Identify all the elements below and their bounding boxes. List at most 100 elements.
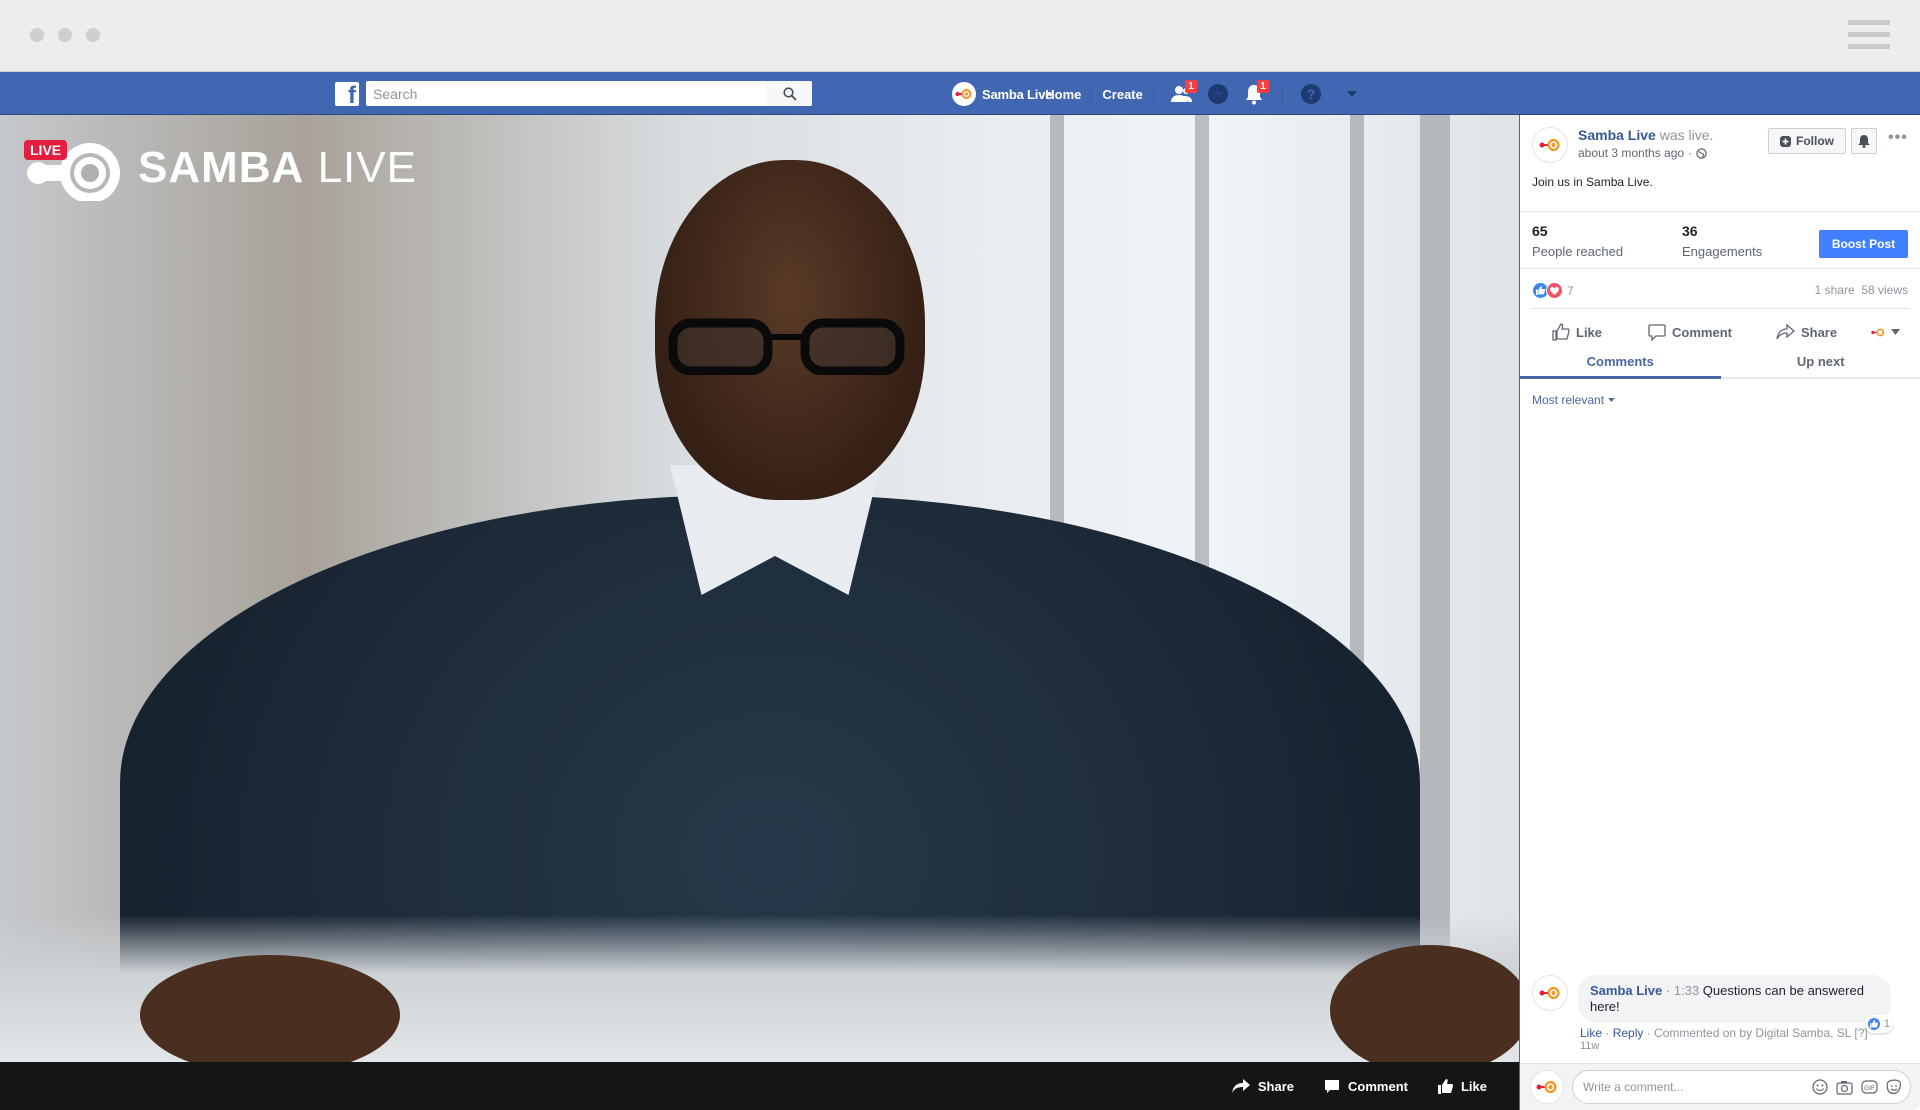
messenger-button[interactable]: [1203, 79, 1233, 109]
video-like-label: Like: [1460, 1078, 1487, 1094]
comment-reply-link[interactable]: Reply: [1613, 1026, 1644, 1040]
nav-profile-name: Samba Live: [982, 86, 1053, 102]
video-action-bar: Share Comment Like: [0, 1062, 1519, 1110]
search-button[interactable]: [766, 81, 812, 106]
account-menu-button[interactable]: [1337, 79, 1367, 109]
views-count: 58 views: [1861, 283, 1908, 297]
account-menu-icon: [1346, 91, 1357, 97]
post-actions: Like Comment Share: [1532, 323, 1909, 341]
chevron-down-icon: [1891, 329, 1901, 335]
post-author-link[interactable]: Samba Live: [1578, 127, 1656, 143]
boost-post-button[interactable]: Boost Post: [1819, 230, 1908, 258]
emoji-icon[interactable]: [1812, 1079, 1828, 1095]
svg-text:GIF: GIF: [1864, 1085, 1875, 1092]
divider: [1520, 268, 1920, 269]
reactions-summary[interactable]: 7: [1532, 282, 1574, 299]
search-box: [366, 81, 812, 106]
post-comment-button[interactable]: Comment: [1648, 323, 1732, 341]
engagements-label: Engagements: [1682, 244, 1763, 259]
reactions-count: 7: [1567, 283, 1574, 298]
share-outline-icon: [1776, 324, 1795, 340]
composer-avatar: [1530, 1070, 1564, 1104]
nav-profile-link[interactable]: Samba Live: [952, 82, 1052, 106]
post-share-button[interactable]: Share: [1776, 324, 1837, 340]
window-maximize-button[interactable]: [86, 28, 100, 42]
love-reaction-icon: [1546, 282, 1563, 299]
friend-requests-badge: 1: [1185, 80, 1197, 93]
gif-icon[interactable]: GIF: [1861, 1080, 1878, 1094]
comment-sort-dropdown[interactable]: Most relevant: [1532, 393, 1615, 407]
post-action-text: was live.: [1659, 127, 1714, 143]
comment-video-time[interactable]: 1:33: [1674, 983, 1699, 998]
top-navbar: f Samba Live Home Create 1 1 ?: [0, 71, 1920, 115]
samba-live-brand: SAMBA LIVE: [138, 143, 417, 193]
people-reached-stat: 65 People reached: [1532, 223, 1623, 259]
comment-age[interactable]: 11w: [1580, 1040, 1599, 1052]
post-as-selector[interactable]: [1871, 328, 1901, 337]
sticker-icon[interactable]: [1886, 1079, 1902, 1095]
comment-outline-icon: [1648, 323, 1666, 341]
comment-like-link[interactable]: Like: [1580, 1026, 1602, 1040]
commenter-avatar[interactable]: [1532, 975, 1568, 1011]
messenger-icon: [1207, 84, 1228, 104]
nav-divider: [1152, 84, 1154, 104]
bell-icon: [1858, 134, 1870, 148]
share-arrow-icon: [1231, 1079, 1250, 1093]
comment-bubble-icon: [1325, 1079, 1340, 1093]
thumbs-up-outline-icon: [1552, 323, 1570, 341]
live-video-player[interactable]: LIVE SAMBA LIVE: [0, 115, 1519, 1062]
video-comment-label: Comment: [1348, 1078, 1408, 1094]
camera-icon[interactable]: [1836, 1080, 1853, 1095]
hamburger-icon[interactable]: [1848, 20, 1890, 56]
samba-avatar-icon: [952, 82, 976, 106]
samba-avatar-icon: [1536, 1081, 1557, 1093]
comment-bubble: Samba Live · 1:33 Questions can be answe…: [1578, 975, 1893, 1033]
shares-count[interactable]: 1 share: [1815, 283, 1855, 297]
post-side-panel: Samba Live was live. about 3 months ago …: [1519, 115, 1920, 1110]
samba-avatar-icon: [1539, 987, 1560, 999]
nav-divider: [1281, 84, 1283, 104]
share-views-summary: 1 share 58 views: [1815, 283, 1908, 297]
globe-icon: [1696, 147, 1707, 159]
brand-light-text: LIVE: [317, 143, 417, 192]
comment-note: Commented on by Digital Samba, SL [?]: [1654, 1026, 1868, 1040]
samba-avatar-icon: [1539, 139, 1560, 151]
search-input[interactable]: [366, 81, 766, 106]
notifications-button[interactable]: 1: [1239, 79, 1269, 109]
comment-composer: GIF: [1520, 1063, 1920, 1110]
samba-avatar-icon: [1871, 328, 1885, 336]
video-share-button[interactable]: Share: [1231, 1078, 1295, 1094]
nav-create-link[interactable]: Create: [1102, 87, 1142, 102]
comment-input[interactable]: [1583, 1080, 1812, 1094]
friend-requests-button[interactable]: 1: [1167, 79, 1197, 109]
video-share-label: Share: [1257, 1078, 1295, 1094]
post-timestamp[interactable]: about 3 months ago: [1578, 146, 1684, 160]
follow-button[interactable]: Follow: [1768, 128, 1846, 154]
help-button[interactable]: ?: [1296, 79, 1326, 109]
brand-bold-text: SAMBA: [138, 143, 305, 192]
samba-live-overlay-logo: SAMBA LIVE: [24, 135, 417, 201]
nav-home-link[interactable]: Home: [1045, 87, 1081, 102]
search-icon: [782, 86, 797, 101]
divider: [1520, 211, 1920, 212]
more-options-icon[interactable]: •••: [1888, 129, 1908, 147]
video-person-glasses: [668, 318, 905, 375]
window-close-button[interactable]: [30, 28, 44, 42]
comment-input-box: GIF: [1572, 1070, 1911, 1104]
follow-plus-icon: [1780, 135, 1791, 147]
comment-author[interactable]: Samba Live: [1590, 983, 1662, 998]
comment-sort-label: Most relevant: [1532, 393, 1605, 407]
facebook-logo-icon[interactable]: f: [335, 82, 359, 106]
tab-up-next[interactable]: Up next: [1721, 347, 1920, 377]
video-like-button[interactable]: Like: [1437, 1078, 1487, 1094]
divider: [1532, 308, 1909, 309]
window-minimize-button[interactable]: [58, 28, 72, 42]
notifications-toggle-button[interactable]: [1851, 128, 1877, 154]
post-header: Samba Live was live. about 3 months ago …: [1532, 127, 1713, 163]
notifications-badge: 1: [1257, 80, 1269, 93]
post-author-avatar[interactable]: [1532, 127, 1568, 163]
chevron-down-icon: [1608, 398, 1615, 402]
post-like-button[interactable]: Like: [1552, 323, 1602, 341]
tab-comments[interactable]: Comments: [1520, 347, 1721, 379]
video-comment-button[interactable]: Comment: [1324, 1079, 1408, 1094]
